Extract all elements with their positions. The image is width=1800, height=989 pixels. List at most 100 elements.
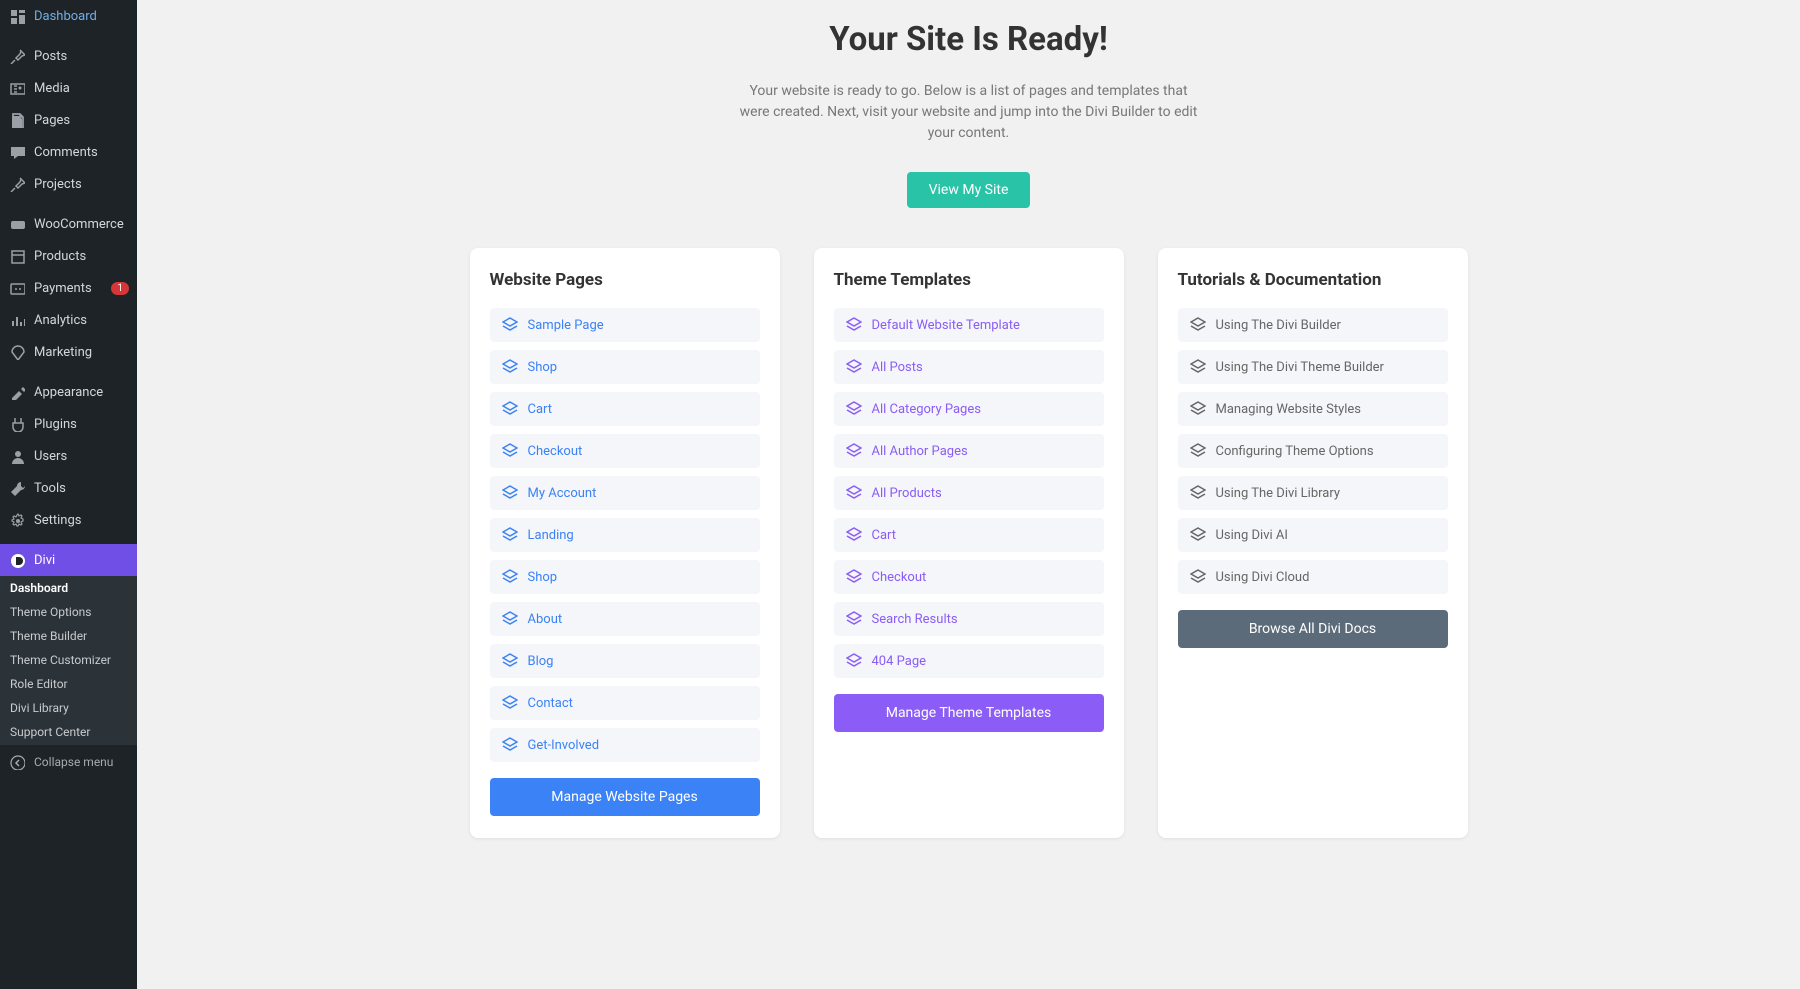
browse-docs-button[interactable]: Browse All Divi Docs bbox=[1178, 610, 1448, 648]
marketing-icon bbox=[8, 343, 26, 361]
list-item-label: Managing Website Styles bbox=[1216, 402, 1362, 417]
list-item[interactable]: Get-Involved bbox=[490, 728, 760, 762]
submenu-item-role-editor[interactable]: Role Editor bbox=[0, 672, 137, 696]
list-item[interactable]: Managing Website Styles bbox=[1178, 392, 1448, 426]
list-item[interactable]: Using Divi AI bbox=[1178, 518, 1448, 552]
submenu-item-divi-library[interactable]: Divi Library bbox=[0, 696, 137, 720]
pages-card: Website Pages Sample PageShopCartCheckou… bbox=[470, 248, 780, 838]
sidebar-item-settings[interactable]: Settings bbox=[0, 504, 137, 536]
manage-pages-button[interactable]: Manage Website Pages bbox=[490, 778, 760, 816]
list-item-label: Search Results bbox=[872, 612, 958, 627]
list-item[interactable]: Default Website Template bbox=[834, 308, 1104, 342]
sidebar-item-label: Products bbox=[34, 249, 129, 264]
list-item[interactable]: Configuring Theme Options bbox=[1178, 434, 1448, 468]
list-item-label: Shop bbox=[528, 570, 558, 585]
nav-separator bbox=[0, 32, 137, 40]
list-item-label: All Author Pages bbox=[872, 444, 968, 459]
layers-icon bbox=[846, 527, 862, 543]
list-item[interactable]: All Author Pages bbox=[834, 434, 1104, 468]
sidebar-item-plugins[interactable]: Plugins bbox=[0, 408, 137, 440]
sidebar-item-woocommerce[interactable]: WooCommerce bbox=[0, 208, 137, 240]
collapse-label: Collapse menu bbox=[34, 755, 113, 769]
list-item[interactable]: Using The Divi Builder bbox=[1178, 308, 1448, 342]
layers-icon bbox=[1190, 485, 1206, 501]
templates-card: Theme Templates Default Website Template… bbox=[814, 248, 1124, 838]
list-item-label: Using The Divi Builder bbox=[1216, 318, 1341, 333]
list-item[interactable]: Blog bbox=[490, 644, 760, 678]
list-item[interactable]: Shop bbox=[490, 350, 760, 384]
view-site-button[interactable]: View My Site bbox=[907, 172, 1031, 208]
list-item-label: Contact bbox=[528, 696, 573, 711]
sidebar-item-pages[interactable]: Pages bbox=[0, 104, 137, 136]
list-item[interactable]: Search Results bbox=[834, 602, 1104, 636]
list-item[interactable]: Using The Divi Library bbox=[1178, 476, 1448, 510]
nav-separator bbox=[0, 536, 137, 544]
sidebar-item-payments[interactable]: Payments1 bbox=[0, 272, 137, 304]
sidebar-item-divi[interactable]: Divi bbox=[0, 544, 137, 576]
list-item-label: My Account bbox=[528, 486, 597, 501]
list-item[interactable]: Using Divi Cloud bbox=[1178, 560, 1448, 594]
sidebar-item-label: Users bbox=[34, 449, 129, 464]
list-item[interactable]: My Account bbox=[490, 476, 760, 510]
submenu-item-theme-builder[interactable]: Theme Builder bbox=[0, 624, 137, 648]
sidebar-item-label: Analytics bbox=[34, 313, 129, 328]
plugins-icon bbox=[8, 415, 26, 433]
layers-icon bbox=[502, 317, 518, 333]
list-item-label: Cart bbox=[528, 402, 553, 417]
list-item[interactable]: Landing bbox=[490, 518, 760, 552]
divi-submenu: DashboardTheme OptionsTheme BuilderTheme… bbox=[0, 576, 137, 744]
tools-icon bbox=[8, 479, 26, 497]
list-item[interactable]: All Products bbox=[834, 476, 1104, 510]
sidebar-item-products[interactable]: Products bbox=[0, 240, 137, 272]
list-item-label: All Products bbox=[872, 486, 942, 501]
layers-icon bbox=[502, 443, 518, 459]
sidebar-item-tools[interactable]: Tools bbox=[0, 472, 137, 504]
users-icon bbox=[8, 447, 26, 465]
sidebar-item-label: WooCommerce bbox=[34, 217, 129, 232]
list-item[interactable]: Cart bbox=[490, 392, 760, 426]
page-icon bbox=[8, 111, 26, 129]
submenu-item-dashboard[interactable]: Dashboard bbox=[0, 576, 137, 600]
list-item-label: All Category Pages bbox=[872, 402, 981, 417]
list-item-label: 404 Page bbox=[872, 654, 927, 669]
sidebar-item-analytics[interactable]: Analytics bbox=[0, 304, 137, 336]
sidebar-item-marketing[interactable]: Marketing bbox=[0, 336, 137, 368]
layers-icon bbox=[846, 611, 862, 627]
main-content: Your Site Is Ready! Your website is read… bbox=[137, 0, 1800, 989]
sidebar-item-label: Payments bbox=[34, 281, 107, 296]
sidebar-item-media[interactable]: Media bbox=[0, 72, 137, 104]
sidebar-item-posts[interactable]: Posts bbox=[0, 40, 137, 72]
list-item[interactable]: Contact bbox=[490, 686, 760, 720]
layers-icon bbox=[502, 527, 518, 543]
sidebar-item-dashboard[interactable]: Dashboard bbox=[0, 0, 137, 32]
list-item[interactable]: Checkout bbox=[490, 434, 760, 468]
submenu-item-theme-customizer[interactable]: Theme Customizer bbox=[0, 648, 137, 672]
list-item-label: Using Divi Cloud bbox=[1216, 570, 1310, 585]
collapse-menu-button[interactable]: Collapse menu bbox=[0, 744, 137, 779]
list-item[interactable]: All Category Pages bbox=[834, 392, 1104, 426]
list-item[interactable]: Cart bbox=[834, 518, 1104, 552]
list-item-label: Configuring Theme Options bbox=[1216, 444, 1374, 459]
layers-icon bbox=[1190, 359, 1206, 375]
sidebar-item-appearance[interactable]: Appearance bbox=[0, 376, 137, 408]
sidebar-item-projects[interactable]: Projects bbox=[0, 168, 137, 200]
list-item[interactable]: About bbox=[490, 602, 760, 636]
sidebar-item-users[interactable]: Users bbox=[0, 440, 137, 472]
list-item[interactable]: Shop bbox=[490, 560, 760, 594]
manage-templates-button[interactable]: Manage Theme Templates bbox=[834, 694, 1104, 732]
sidebar-item-label: Dashboard bbox=[34, 9, 129, 24]
list-item[interactable]: 404 Page bbox=[834, 644, 1104, 678]
sidebar-item-label: Projects bbox=[34, 177, 129, 192]
submenu-item-theme-options[interactable]: Theme Options bbox=[0, 600, 137, 624]
sidebar-item-comments[interactable]: Comments bbox=[0, 136, 137, 168]
list-item[interactable]: Sample Page bbox=[490, 308, 760, 342]
dashboard-icon bbox=[8, 7, 26, 25]
sidebar-item-label: Tools bbox=[34, 481, 129, 496]
sidebar-item-label: Media bbox=[34, 81, 129, 96]
list-item[interactable]: All Posts bbox=[834, 350, 1104, 384]
submenu-item-support-center[interactable]: Support Center bbox=[0, 720, 137, 744]
list-item[interactable]: Using The Divi Theme Builder bbox=[1178, 350, 1448, 384]
layers-icon bbox=[502, 695, 518, 711]
list-item[interactable]: Checkout bbox=[834, 560, 1104, 594]
layers-icon bbox=[502, 359, 518, 375]
